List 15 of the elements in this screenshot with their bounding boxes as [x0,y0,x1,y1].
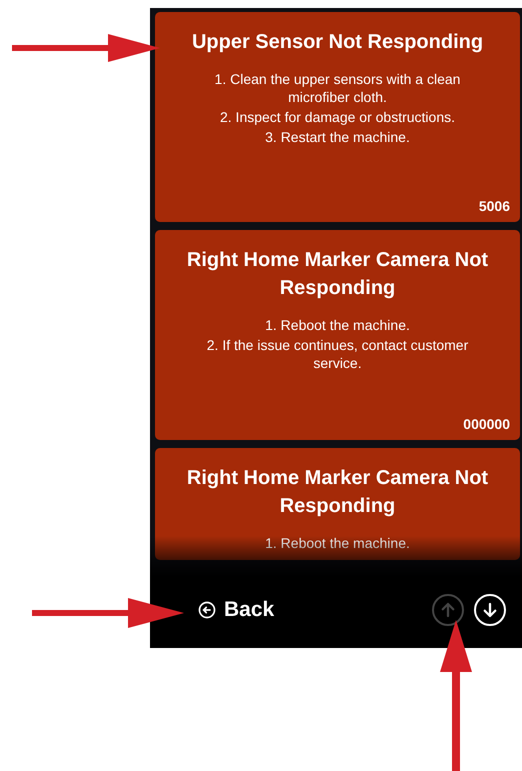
alert-title: Right Home Marker Camera Not Responding [186,466,490,519]
alert-title: Right Home Marker Camera Not Responding [186,248,490,301]
alert-step: 3. Restart the machine. [265,128,410,146]
alert-step: 1. Clean the upper sensors with a clean microfiber cloth. [202,70,474,106]
error-code: 5006 [478,198,510,214]
alert-step: 2. Inspect for damage or obstructions. [220,108,455,126]
down-arrow-icon [481,601,499,619]
alert-step: 2. If the issue continues, contact customer service. [202,336,474,372]
alert-step: 1. Reboot the machine. [265,316,410,334]
error-code: 000000 [463,416,510,432]
scroll-down-button[interactable] [474,594,506,626]
back-button[interactable]: Back [198,598,274,622]
up-arrow-icon [439,601,457,619]
alert-step: 1. Reboot the machine. [265,534,410,552]
alert-title: Upper Sensor Not Responding [192,30,484,55]
